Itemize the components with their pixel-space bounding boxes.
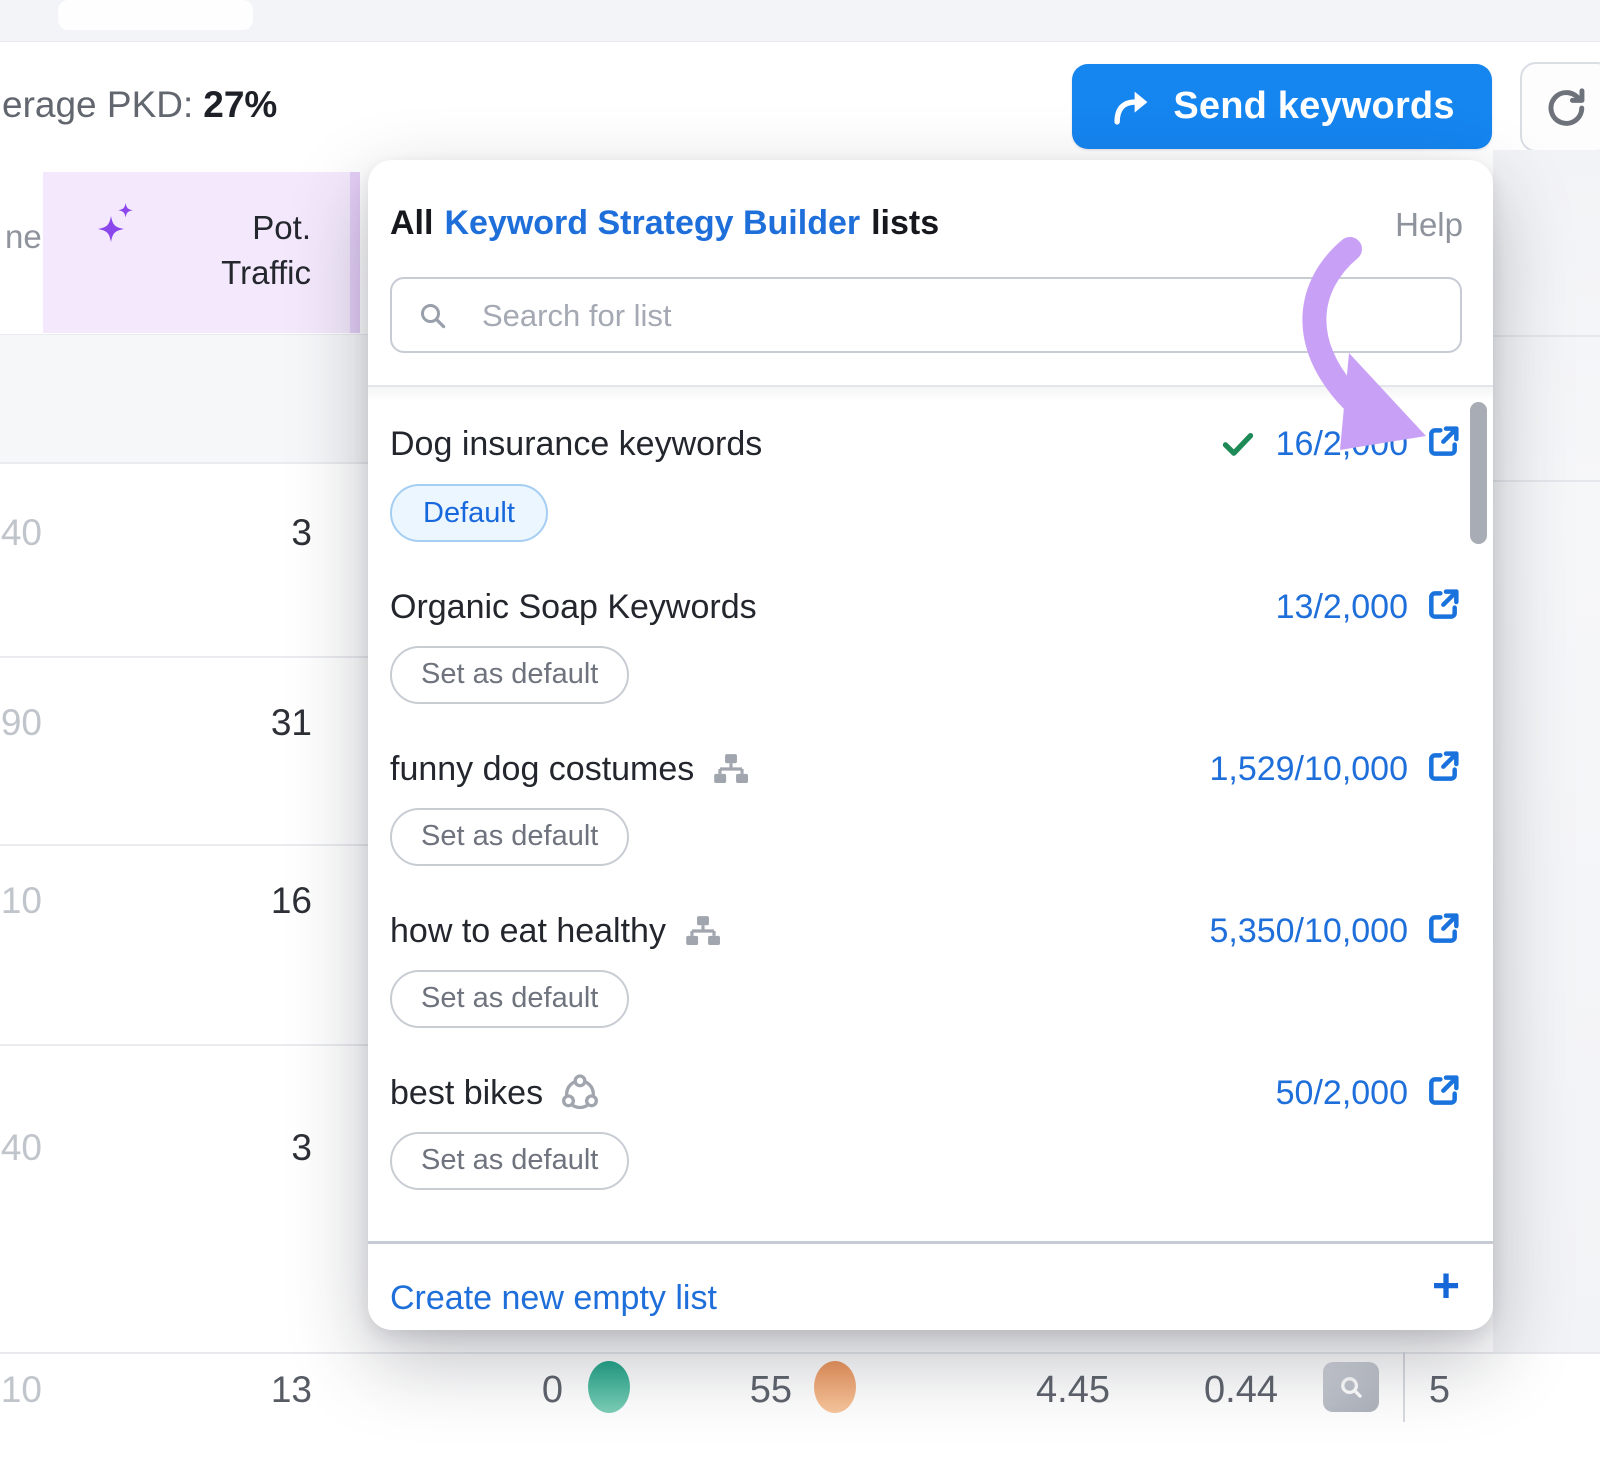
default-badge: Default	[390, 484, 548, 542]
cpc-cell: 4.45	[960, 1369, 1110, 1412]
search-box	[390, 277, 1462, 353]
refresh-button[interactable]	[1520, 62, 1600, 152]
volume-cell: 90	[0, 702, 42, 744]
pot-traffic-header: Pot. Traffic	[43, 205, 328, 295]
row-divider	[0, 1044, 368, 1046]
set-default-button[interactable]: Set as default	[390, 1132, 629, 1190]
list-item-count[interactable]: 16/2,000	[1276, 425, 1408, 464]
list-item-name[interactable]: Organic Soap Keywords	[390, 583, 757, 631]
list-item-count-group[interactable]: 1,529/10,000	[1209, 745, 1408, 793]
row-divider	[0, 462, 368, 464]
send-keywords-label: Send keywords	[1173, 85, 1454, 128]
send-keywords-button[interactable]: Send keywords	[1072, 64, 1492, 149]
cluster-icon	[559, 1073, 601, 1113]
list-item-label: funny dog costumes	[390, 750, 694, 789]
pot-traffic-header-line2: Traffic	[43, 250, 311, 295]
list-item-count[interactable]: 5,350/10,000	[1209, 912, 1408, 951]
list-item-count[interactable]: 1,529/10,000	[1209, 750, 1408, 789]
list-item-name[interactable]: how to eat healthy	[390, 907, 724, 955]
magnifier-glyph	[1334, 1370, 1368, 1404]
pot-traffic-cell: 3	[150, 512, 312, 554]
refresh-icon	[1544, 85, 1588, 129]
kd-green-dot	[588, 1361, 630, 1413]
pot-traffic-column-edge	[350, 172, 360, 333]
list-item-count-group[interactable]: 50/2,000	[1276, 1069, 1408, 1117]
list-item-name[interactable]: best bikes	[390, 1069, 601, 1117]
popup-title: All Keyword Strategy Builder lists	[390, 204, 939, 243]
create-new-list-link[interactable]: Create new empty list	[390, 1279, 717, 1318]
list-item-count-group[interactable]: 13/2,000	[1276, 583, 1408, 631]
set-default-button[interactable]: Set as default	[390, 646, 629, 704]
external-link-icon[interactable]	[1423, 422, 1463, 462]
check-icon	[1218, 424, 1258, 464]
background-table-right-strip	[1493, 150, 1600, 1352]
row-divider	[1493, 335, 1600, 337]
sitemap-icon	[682, 911, 724, 951]
volume-cell: 10	[0, 880, 42, 922]
search-icon	[418, 301, 448, 331]
popup-title-prefix: All	[390, 204, 433, 242]
share-arrow-icon	[1109, 86, 1155, 128]
row-divider	[0, 1352, 1600, 1354]
keyword-lists-popup: All Keyword Strategy Builder lists Help Do…	[368, 160, 1493, 1330]
column-divider	[1403, 1352, 1405, 1422]
average-pkd-label: erage PKD:	[2, 84, 193, 125]
row-divider	[1493, 480, 1600, 482]
list-item-count-group[interactable]: 5,350/10,000	[1209, 907, 1408, 955]
row-divider	[0, 656, 368, 658]
scroll-shadow	[368, 387, 1493, 401]
pot-traffic-cell: 31	[150, 702, 312, 744]
sitemap-icon	[710, 749, 752, 789]
results-cell: 5	[1410, 1369, 1450, 1412]
search-input[interactable]	[480, 281, 1434, 351]
list-item-count-group[interactable]: 16/2,000	[1218, 420, 1408, 468]
com-cell: 0.44	[1128, 1369, 1278, 1412]
pot-traffic-cell: 13	[150, 1369, 312, 1411]
table-subheader-band	[0, 334, 368, 463]
average-pkd-value: 27%	[203, 84, 277, 125]
top-strip-highlight	[58, 0, 253, 30]
footer-divider	[368, 1241, 1493, 1244]
list-item-count[interactable]: 13/2,000	[1276, 588, 1408, 627]
external-link-icon[interactable]	[1423, 909, 1463, 949]
kd-cell: 0	[463, 1369, 563, 1412]
popup-title-suffix: lists	[871, 204, 939, 242]
help-link[interactable]: Help	[1395, 206, 1463, 244]
list-item-name[interactable]: funny dog costumes	[390, 745, 752, 793]
popup-scrollbar-thumb[interactable]	[1470, 402, 1487, 544]
pot-traffic-cell: 16	[150, 880, 312, 922]
set-default-button[interactable]: Set as default	[390, 970, 629, 1028]
list-item-count[interactable]: 50/2,000	[1276, 1074, 1408, 1113]
left-column-header-partial: ne	[5, 218, 42, 256]
average-pkd-metric: erage PKD:27%	[2, 84, 277, 126]
set-default-button[interactable]: Set as default	[390, 808, 629, 866]
screen: erage PKD:27% Send keywords Pot. Traffic…	[0, 0, 1600, 1457]
external-link-icon[interactable]	[1423, 747, 1463, 787]
volume-cell: 40	[0, 1127, 42, 1169]
list-item-label: best bikes	[390, 1074, 543, 1113]
list-item-label: how to eat healthy	[390, 912, 666, 951]
list-item-name[interactable]: Dog insurance keywords	[390, 420, 762, 468]
external-link-icon[interactable]	[1423, 585, 1463, 625]
external-link-icon[interactable]	[1423, 1071, 1463, 1111]
plus-icon[interactable]: +	[1432, 1263, 1460, 1311]
pot-traffic-cell: 3	[150, 1127, 312, 1169]
sf-orange-dot	[814, 1361, 856, 1413]
sf-cell: 55	[692, 1369, 792, 1412]
volume-cell: 10	[0, 1369, 42, 1411]
row-divider	[0, 844, 368, 846]
pot-traffic-header-line1: Pot.	[43, 205, 311, 250]
keyword-strategy-builder-link[interactable]: Keyword Strategy Builder	[444, 204, 860, 242]
serp-features-icon	[1323, 1362, 1379, 1412]
volume-cell: 40	[0, 512, 42, 554]
